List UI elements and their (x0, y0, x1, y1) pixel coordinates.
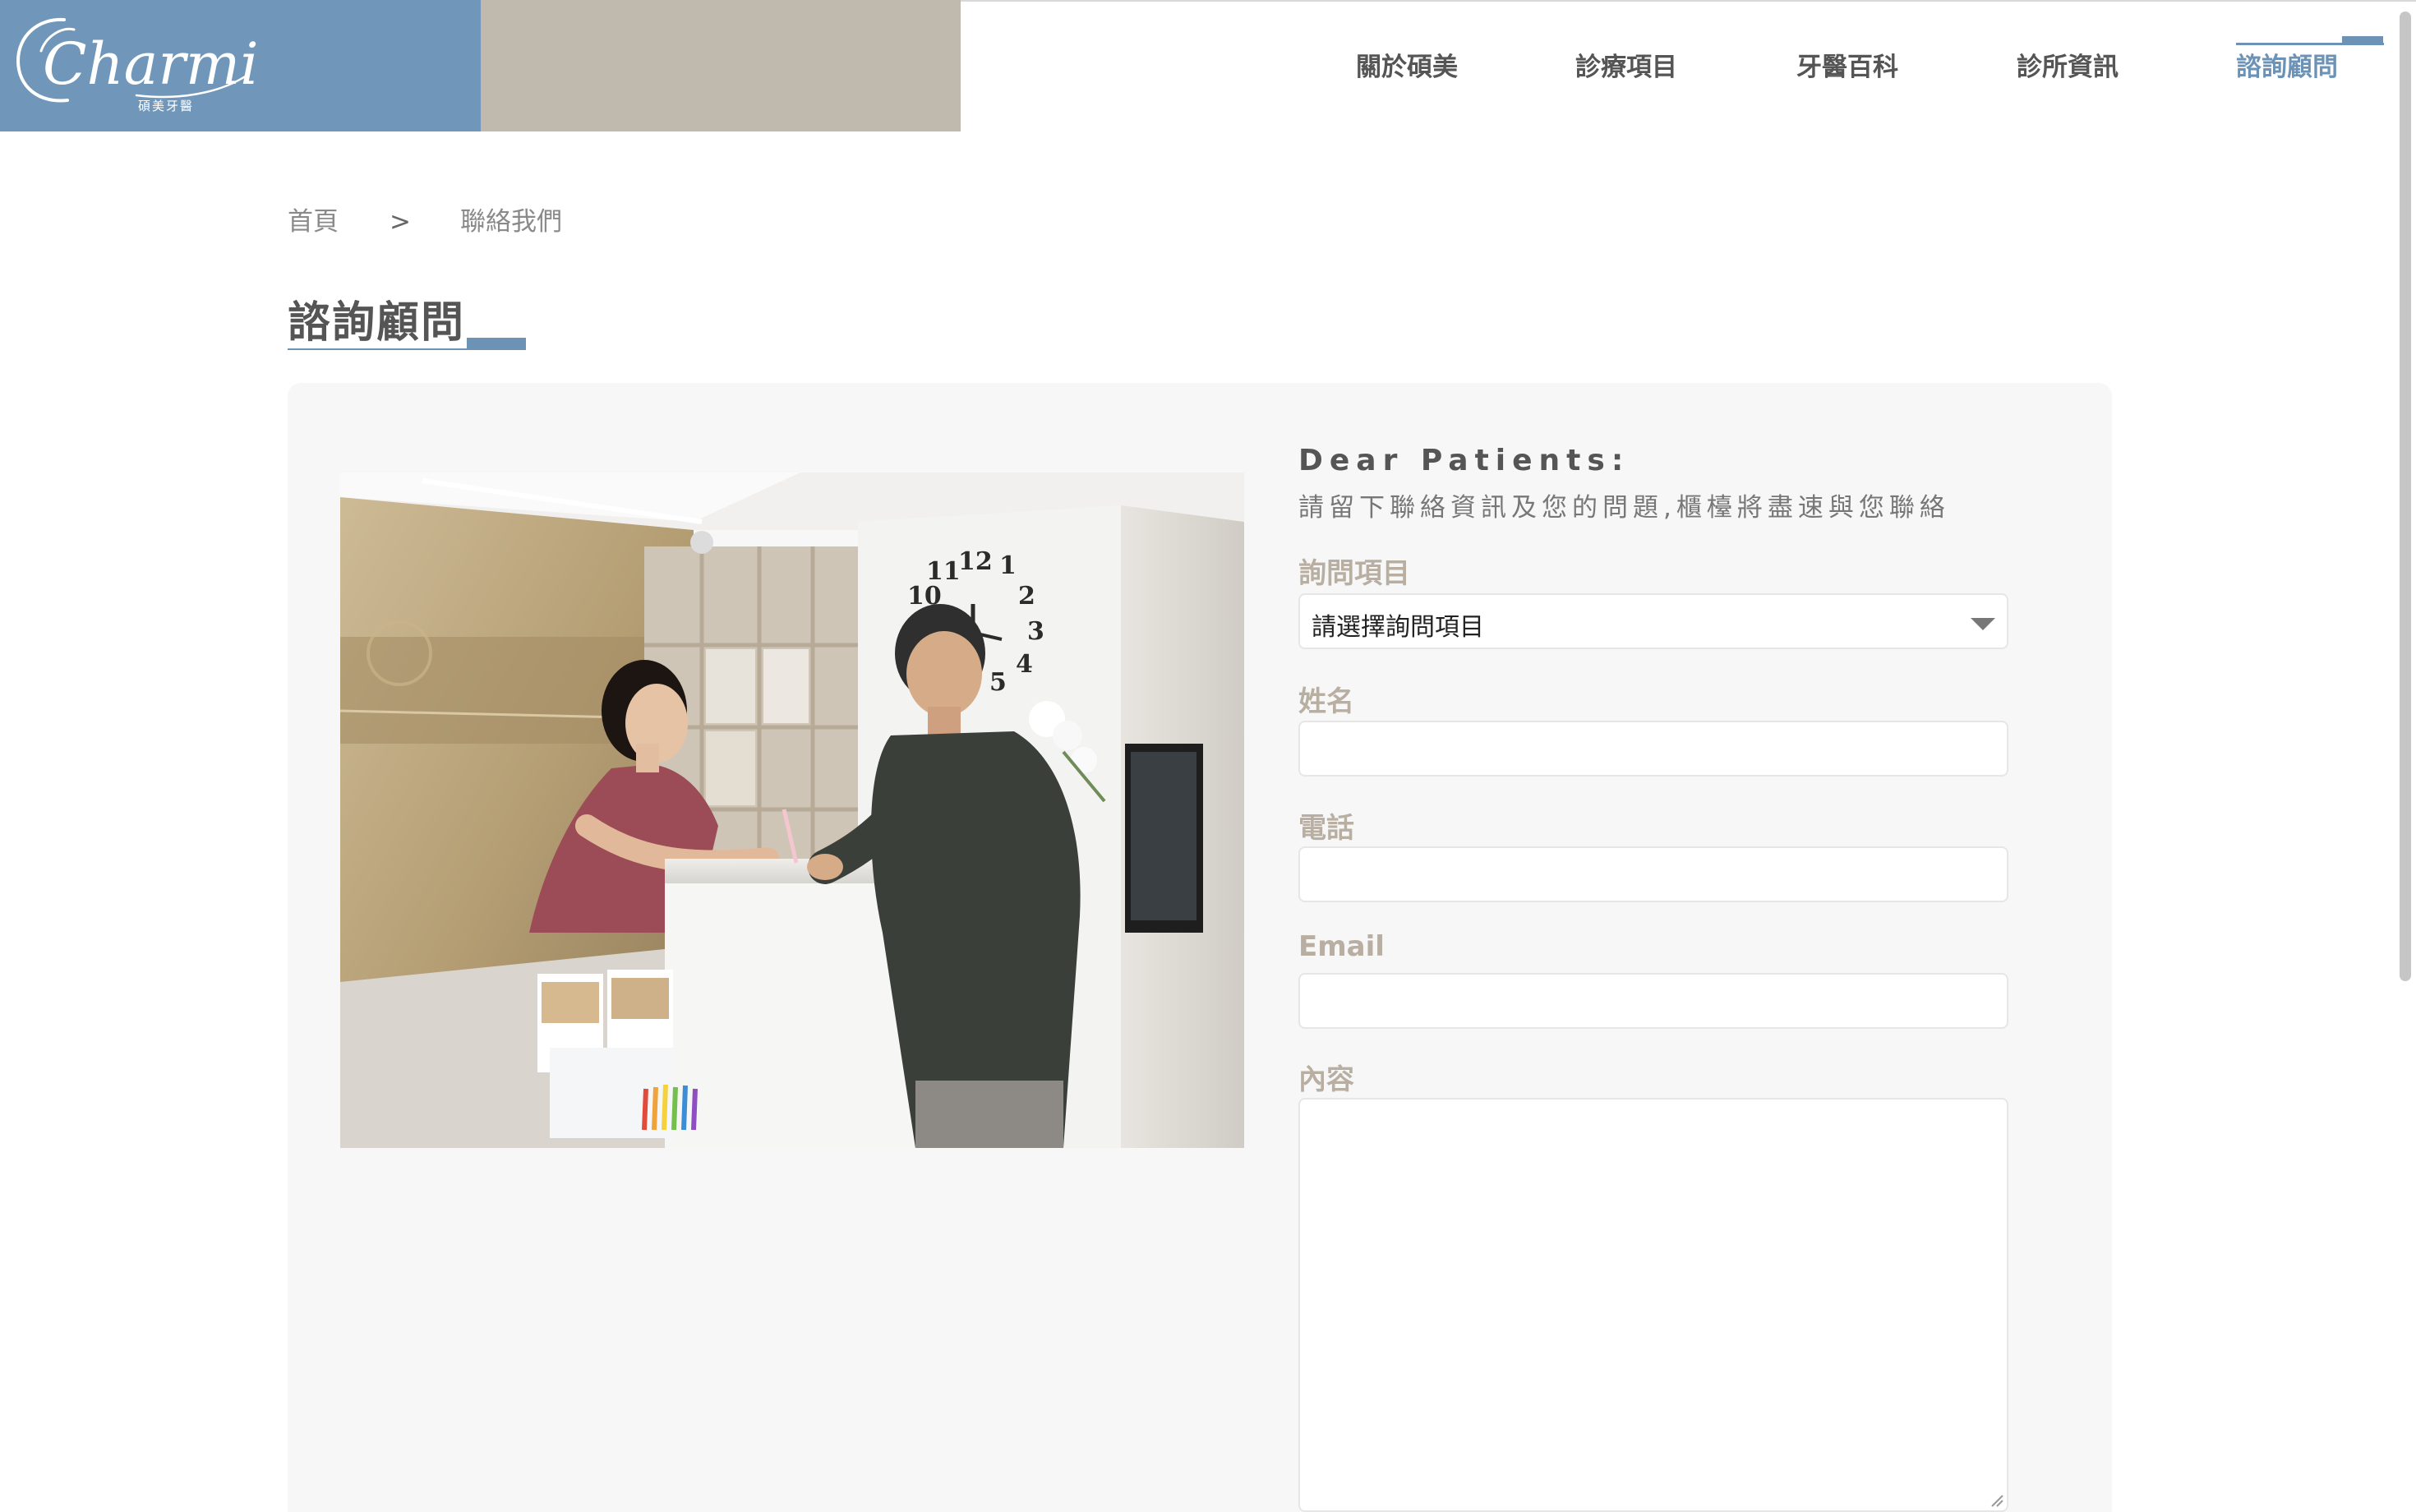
breadcrumb-current: 聯絡我們 (459, 207, 562, 237)
clock-number-12: 12 (958, 547, 993, 576)
content-label: 內容 (1298, 1063, 1354, 1096)
clock-number-2: 2 (1018, 582, 1035, 611)
inquiry-selected-value: 請選擇詢問項目 (1312, 613, 1484, 642)
breadcrumb-home[interactable]: 首頁 (288, 201, 339, 237)
breadcrumb-separator: > (390, 207, 411, 237)
resize-grip-icon[interactable] (1989, 1492, 2003, 1507)
email-input[interactable] (1298, 973, 2008, 1029)
clock-number-1: 1 (999, 551, 1017, 580)
clock-number-3: 3 (1027, 617, 1044, 646)
phone-input[interactable] (1298, 846, 2008, 902)
phone-label: 電話 (1298, 812, 1354, 845)
main-nav: 關於碩美 診療項目 牙醫百科 診所資訊 諮詢顧問 (0, 46, 2416, 87)
title-underline (288, 348, 526, 350)
name-input[interactable] (1298, 721, 2008, 777)
clinic-reception-photo: 10 11 12 1 2 3 4 5 (340, 472, 1244, 1148)
clock-number-11: 11 (926, 557, 961, 586)
name-label: 姓名 (1298, 685, 1354, 718)
title-accent (467, 338, 526, 348)
form-intro: 請留下聯絡資訊及您的問題,櫃檯將盡速與您聯絡 (1298, 493, 1950, 523)
logo-subtext: 碩美牙醫 (138, 99, 195, 113)
inquiry-select[interactable]: 請選擇詢問項目 (1298, 593, 2008, 649)
page-title: 諮詢顧問 (288, 298, 466, 348)
nav-item-about[interactable]: 關於碩美 (1356, 46, 1458, 83)
nav-item-clinic-info[interactable]: 診所資訊 (2017, 46, 2119, 83)
form-greeting: Dear Patients: (1298, 444, 1630, 477)
dropdown-arrow-icon (1971, 618, 1995, 630)
clock-number-5: 5 (989, 668, 1007, 697)
content-textarea[interactable] (1298, 1098, 2008, 1512)
nav-item-treatments[interactable]: 診療項目 (1575, 46, 1677, 83)
inquiry-label: 詢問項目 (1298, 557, 1410, 590)
nav-item-consultation[interactable]: 諮詢顧問 (2236, 46, 2338, 83)
breadcrumb: 首頁 > 聯絡我們 (288, 201, 562, 237)
scrollbar-thumb[interactable] (2400, 12, 2411, 981)
clock-number-4: 4 (1016, 650, 1033, 679)
nav-active-tab (2342, 36, 2383, 45)
nav-item-dental-encyclopedia[interactable]: 牙醫百科 (1796, 46, 1898, 83)
email-label: Email (1298, 930, 1385, 963)
